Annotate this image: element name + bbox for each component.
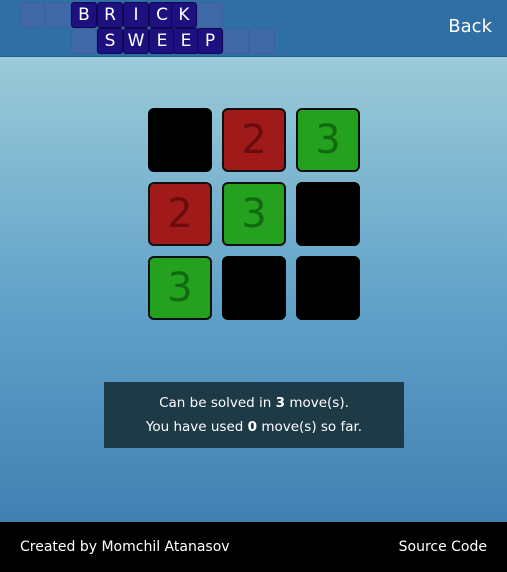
board-cell-black[interactable] [296, 256, 360, 320]
back-button[interactable]: Back [448, 16, 492, 37]
logo-letter: W [123, 28, 149, 54]
logo-letter: E [173, 28, 199, 54]
logo-letter: K [171, 2, 197, 28]
logo-ghost-tile [45, 2, 71, 28]
brick-sweep-logo: B R I C K S W E E P [0, 0, 290, 57]
logo-letter: R [97, 2, 123, 28]
logo-letter: B [71, 2, 97, 28]
solvable-text: Can be solved in 3 move(s). [159, 395, 349, 411]
board-cell-black[interactable] [148, 108, 212, 172]
board-cell-black[interactable] [222, 256, 286, 320]
logo-letter: I [123, 2, 149, 28]
status-panel: Can be solved in 3 move(s). You have use… [104, 382, 404, 448]
logo-ghost-tile [197, 2, 223, 28]
used-moves-count: 0 [247, 419, 258, 435]
logo-ghost-tile [71, 28, 97, 54]
board-cell-black[interactable] [296, 182, 360, 246]
author-credit: Created by Momchil Atanasov [20, 539, 230, 555]
board-cell-green[interactable]: 3 [148, 256, 212, 320]
logo-letter: S [97, 28, 123, 54]
board-cell-green[interactable]: 3 [222, 182, 286, 246]
used-moves-text: You have used 0 move(s) so far. [145, 419, 363, 435]
board-cell-green[interactable]: 3 [296, 108, 360, 172]
board-cell-red[interactable]: 2 [148, 182, 212, 246]
logo-ghost-tile [223, 28, 249, 54]
logo-ghost-tile [249, 28, 275, 54]
source-code-link[interactable]: Source Code [399, 539, 487, 555]
board-cell-red[interactable]: 2 [222, 108, 286, 172]
game-board: 23233 [148, 108, 360, 320]
footer-bar: Created by Momchil Atanasov Source Code [0, 522, 507, 572]
logo-letter: E [149, 28, 175, 54]
min-moves-count: 3 [275, 395, 286, 411]
logo-ghost-tile [19, 2, 45, 28]
logo-letter: P [197, 28, 223, 54]
header-bar: B R I C K S W E E P Back [0, 0, 507, 57]
